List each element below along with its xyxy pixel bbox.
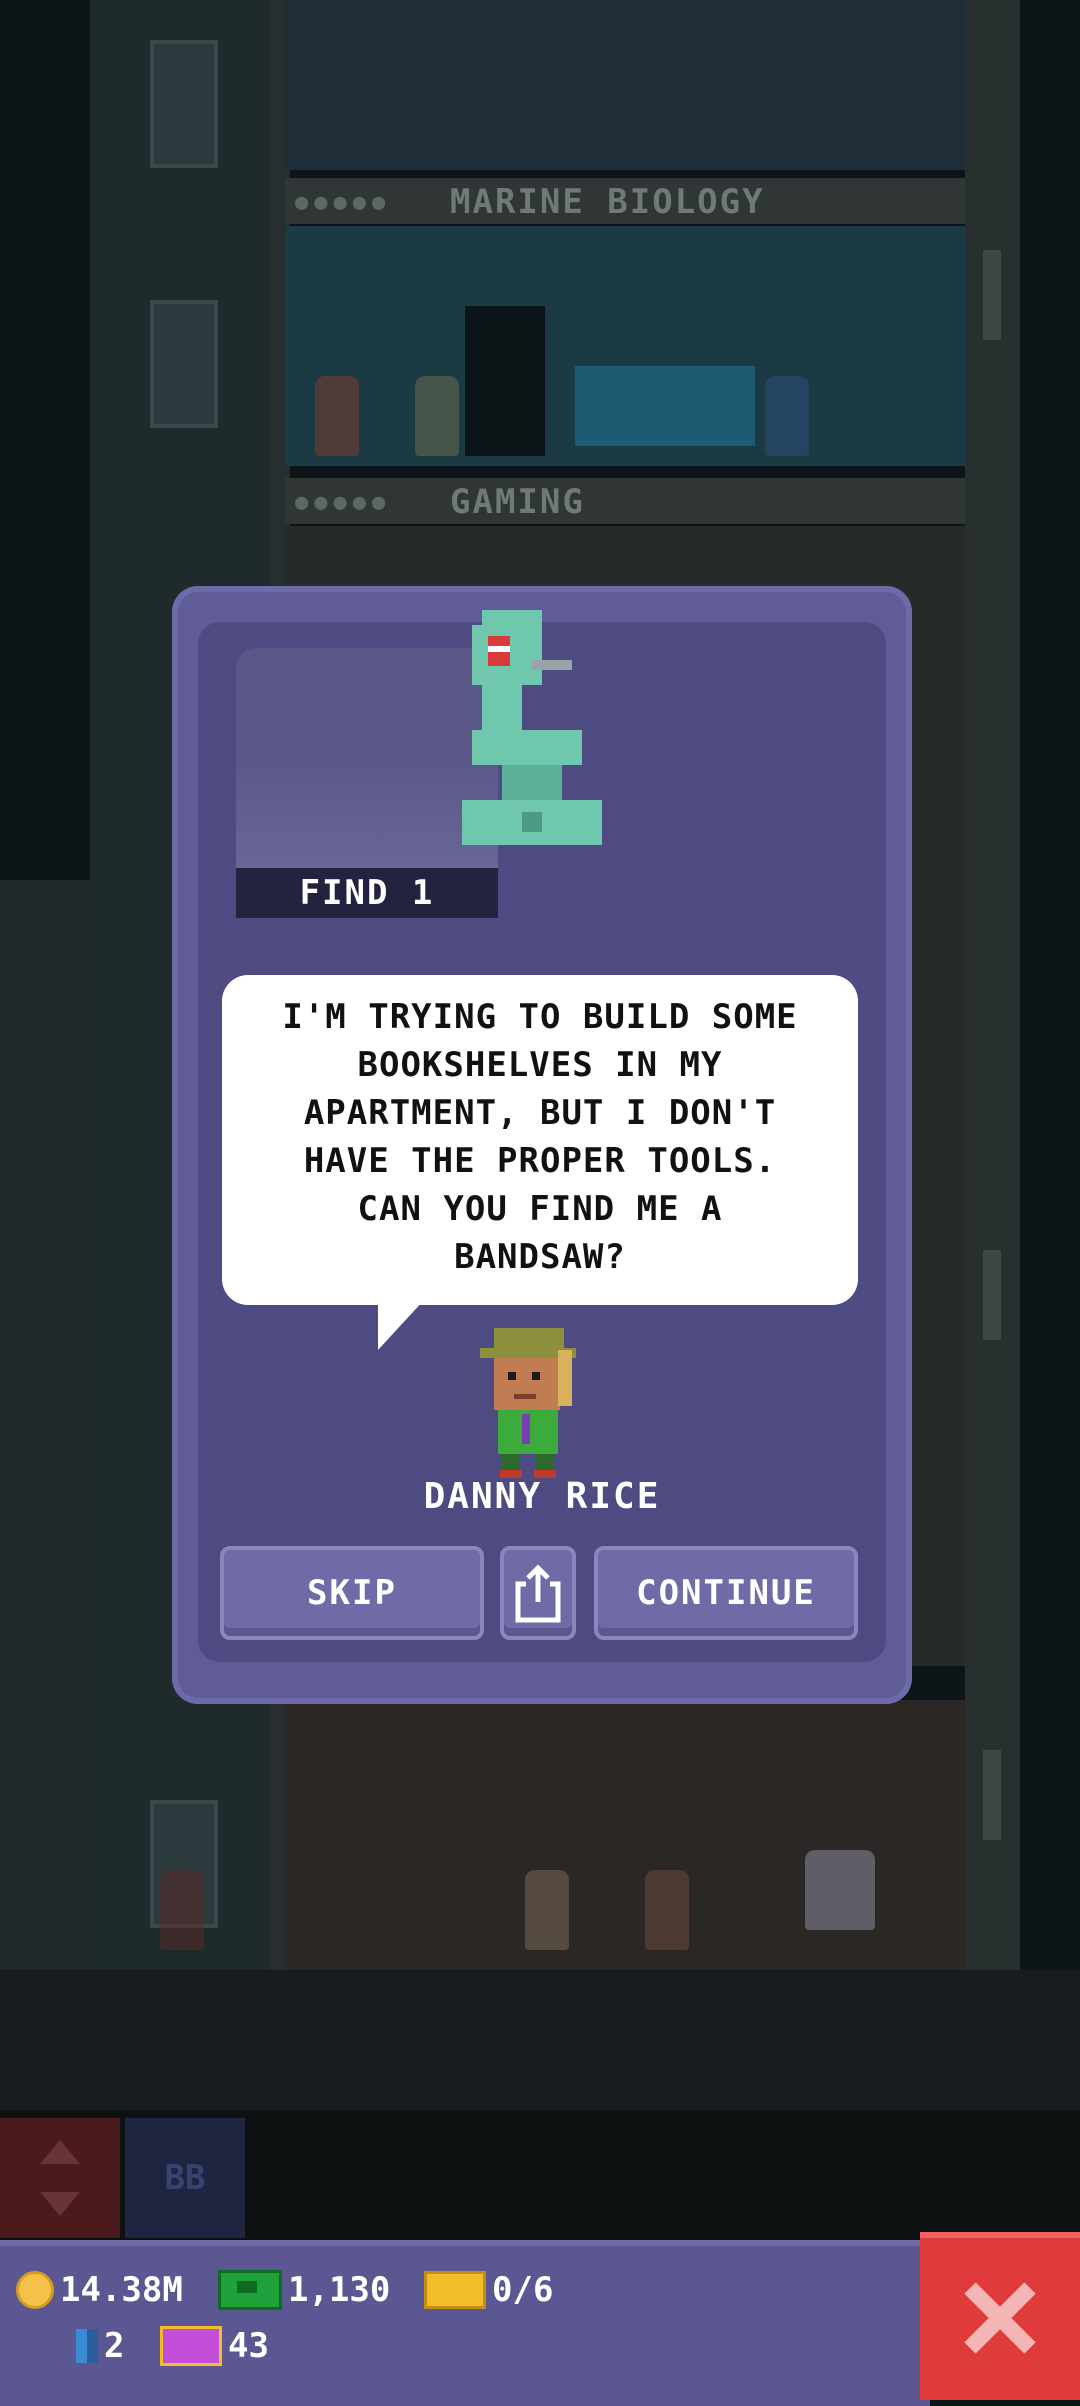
- speech-line: I'M TRYING TO BUILD SOME: [282, 997, 798, 1037]
- vip-icon: [160, 2326, 222, 2366]
- up-down-arrow-icon: [40, 2140, 80, 2216]
- bux-value: 1,130: [288, 2270, 391, 2310]
- speech-text: I'M TRYING TO BUILD SOME BOOKSHELVES IN …: [242, 993, 838, 1281]
- speech-bubble-tail: [378, 1300, 424, 1350]
- find-count-label: FIND 1: [236, 868, 498, 918]
- coin-icon: [16, 2271, 54, 2309]
- tickets-stat: 0/6: [424, 2270, 553, 2310]
- vip-value: 43: [228, 2326, 269, 2366]
- bux-stat: 1,130: [218, 2270, 390, 2310]
- floor-label-marine-biology: MARINE BIOLOGY: [450, 182, 765, 222]
- keys-stat: 2: [76, 2326, 124, 2366]
- status-bar: 14.38M 1,130 0/6 2 43: [0, 2240, 930, 2406]
- tickets-value: 0/6: [492, 2270, 554, 2310]
- speech-line: BOOKSHELVES IN MY: [357, 1045, 723, 1085]
- close-button[interactable]: [920, 2232, 1080, 2400]
- floor-top: [285, 0, 965, 170]
- close-icon: [964, 2282, 1036, 2354]
- character-name: DANNY RICE: [423, 1476, 661, 1517]
- floor-label-gaming: GAMING: [450, 482, 585, 522]
- share-icon: [515, 1564, 561, 1623]
- elevator-arrows-button[interactable]: [0, 2118, 120, 2238]
- person-figure: [160, 1870, 204, 1950]
- skip-button[interactable]: SKIP: [220, 1546, 484, 1640]
- continue-button[interactable]: CONTINUE: [594, 1546, 858, 1640]
- floor-label-bar: ●●●●● GAMING: [285, 478, 965, 524]
- bandsaw-icon: [462, 610, 602, 845]
- speech-line: APARTMENT, BUT I DON'T: [303, 1093, 777, 1133]
- share-button[interactable]: [500, 1546, 576, 1640]
- coins-stat: 14.38M: [16, 2270, 183, 2310]
- right-elevator: [965, 0, 1020, 1970]
- keys-value: 2: [104, 2326, 125, 2366]
- coins-value: 14.38M: [60, 2270, 183, 2310]
- floor-bottom: [285, 1700, 965, 1970]
- speech-line: BANDSAW?: [454, 1237, 626, 1277]
- character-sprite: [480, 1328, 576, 1478]
- bb-button[interactable]: BB: [125, 2118, 245, 2238]
- key-icon: [76, 2329, 98, 2363]
- bux-icon: [218, 2270, 282, 2310]
- floor-marine-biology: [285, 226, 965, 466]
- speech-line: CAN YOU FIND ME A: [357, 1189, 723, 1229]
- left-building: [0, 880, 90, 1970]
- speech-line: HAVE THE PROPER TOOLS.: [303, 1141, 777, 1181]
- vip-stat: 43: [160, 2326, 269, 2366]
- ground: [0, 1970, 1080, 2110]
- ticket-icon: [424, 2271, 486, 2309]
- floor-label-bar: ●●●●● MARINE BIOLOGY: [285, 178, 965, 224]
- speech-bubble: I'M TRYING TO BUILD SOME BOOKSHELVES IN …: [222, 975, 858, 1305]
